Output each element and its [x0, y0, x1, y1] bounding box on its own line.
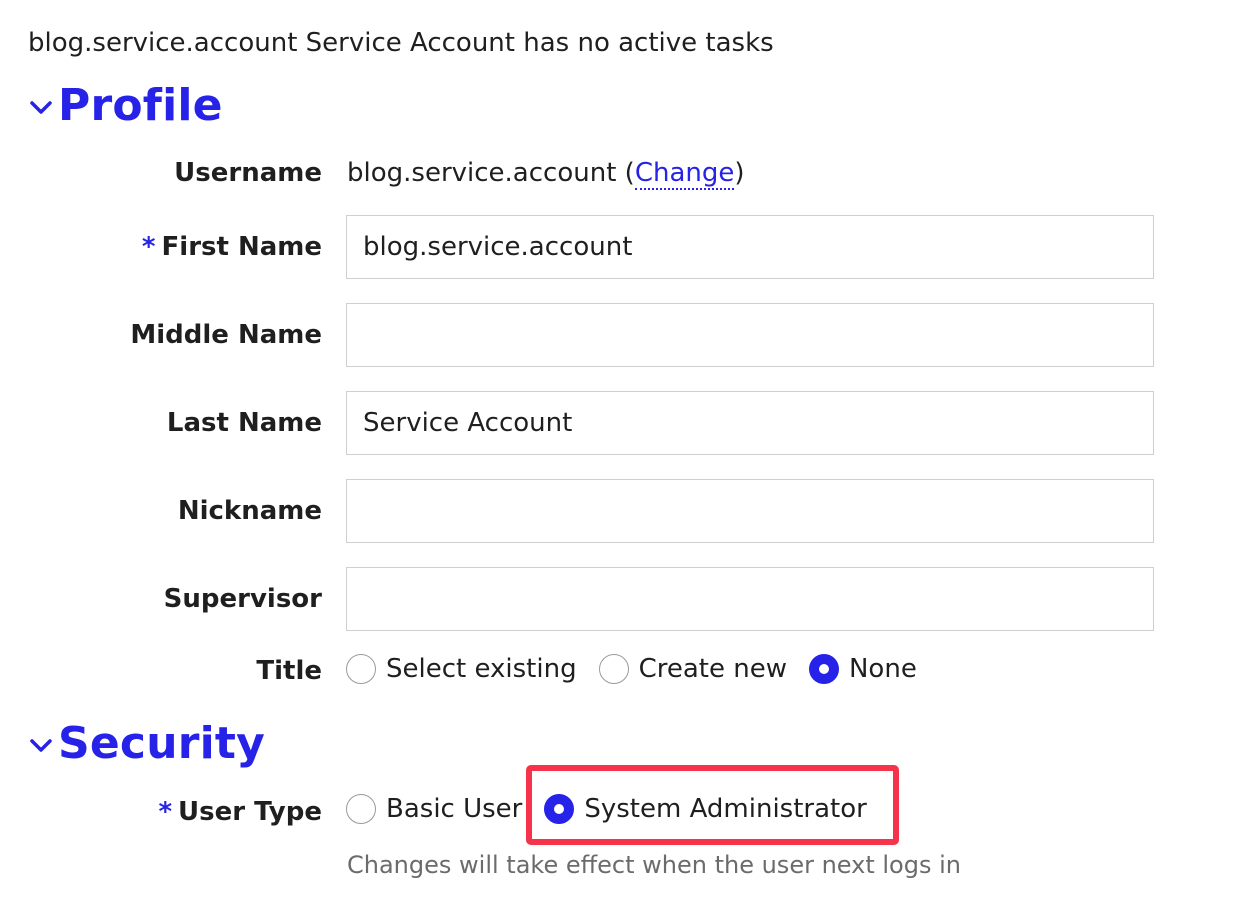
paren-open: ( [624, 158, 635, 188]
radio-button[interactable] [598, 654, 629, 684]
user-type-option-system-administrator[interactable]: System Administrator [544, 794, 867, 824]
chevron-down-icon [30, 100, 52, 114]
security-section-toggle[interactable]: Security [28, 718, 265, 769]
first-name-input[interactable] [346, 215, 1154, 279]
required-marker: * [141, 232, 156, 262]
radio-button-checked[interactable] [808, 654, 839, 684]
last-name-label: Last Name [166, 408, 322, 438]
user-type-label: * User Type [158, 797, 322, 827]
security-section-title: Security [58, 718, 266, 769]
username-value-row: blog.service.account (Change) [347, 158, 745, 190]
supervisor-label: Supervisor [163, 584, 322, 614]
username-value: blog.service.account [347, 158, 617, 188]
nickname-label: Nickname [177, 496, 322, 526]
title-label: Title [256, 656, 322, 686]
user-type-radio-group: Basic User System Administrator [346, 794, 889, 824]
nickname-input[interactable] [346, 479, 1154, 543]
title-option-select-existing[interactable]: Select existing [346, 654, 577, 684]
radio-button-checked[interactable] [544, 794, 575, 824]
paren-close: ) [734, 158, 745, 188]
status-message: blog.service.account Service Account has… [28, 28, 774, 58]
radio-button[interactable] [346, 794, 376, 824]
profile-section-title: Profile [58, 80, 223, 131]
radio-dot [554, 804, 565, 814]
first-name-label: * First Name [141, 232, 322, 262]
radio-button[interactable] [346, 654, 376, 684]
user-type-help-text: Changes will take effect when the user n… [347, 851, 961, 879]
title-option-create-new[interactable]: Create new [598, 654, 787, 684]
profile-section-toggle[interactable]: Profile [28, 80, 223, 131]
middle-name-input[interactable] [346, 303, 1154, 367]
username-label: Username [174, 158, 322, 188]
radio-dot [818, 664, 829, 674]
user-type-option-basic-user[interactable]: Basic User [346, 794, 522, 824]
supervisor-input[interactable] [346, 567, 1154, 631]
chevron-down-icon [30, 738, 52, 752]
title-radio-group: Select existing Create new None [346, 654, 939, 684]
change-username-link[interactable]: Change [634, 158, 735, 190]
title-option-none[interactable]: None [808, 654, 917, 684]
middle-name-label: Middle Name [130, 320, 322, 350]
required-marker: * [158, 797, 173, 827]
last-name-input[interactable] [346, 391, 1154, 455]
user-edit-page: blog.service.account Service Account has… [0, 0, 1234, 918]
